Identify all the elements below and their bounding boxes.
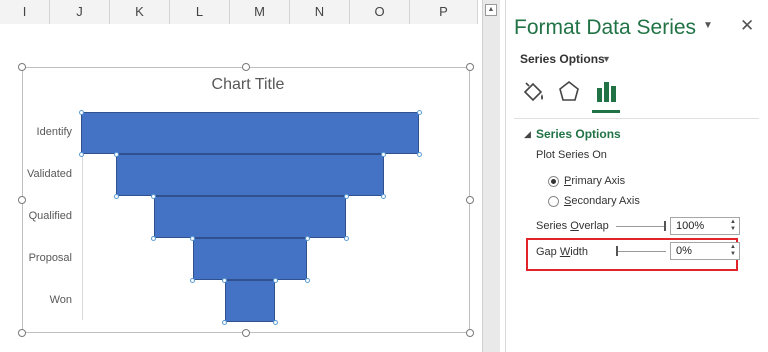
funnel-bar[interactable]: [192, 238, 308, 280]
category-label: Qualified: [28, 210, 72, 222]
column-header-n[interactable]: N: [290, 0, 350, 24]
resize-handle-top[interactable]: [242, 63, 250, 71]
pane-options-dropdown-icon[interactable]: ▼: [703, 20, 713, 31]
series-options-icon[interactable]: [594, 78, 620, 106]
spin-up-icon[interactable]: ▲: [730, 244, 736, 250]
selection-point[interactable]: [190, 277, 196, 283]
primary-axis-radio[interactable]: [548, 176, 559, 187]
selection-point[interactable]: [272, 319, 278, 325]
spin-down-icon[interactable]: ▼: [730, 251, 736, 257]
column-header-i[interactable]: I: [0, 0, 50, 24]
resize-handle-bottom[interactable]: [242, 329, 250, 337]
selection-point[interactable]: [416, 109, 422, 115]
collapse-caret-icon[interactable]: ◢: [524, 129, 531, 140]
column-header-o[interactable]: O: [350, 0, 410, 24]
selection-point[interactable]: [78, 109, 84, 115]
chart-title[interactable]: Chart Title: [198, 76, 298, 94]
column-header-p[interactable]: P: [410, 0, 478, 24]
plot-series-on-label: Plot Series On: [536, 149, 607, 161]
gap-width-slider-track[interactable]: [616, 251, 666, 252]
column-header-k[interactable]: K: [110, 0, 170, 24]
pane-title: Format Data Series: [514, 16, 697, 39]
secondary-axis-radio[interactable]: [548, 196, 559, 207]
resize-handle-top-left[interactable]: [18, 63, 26, 71]
selection-point[interactable]: [222, 319, 228, 325]
selection-point[interactable]: [381, 193, 386, 199]
category-label: Validated: [26, 168, 72, 180]
selection-point[interactable]: [113, 193, 119, 199]
spin-down-icon[interactable]: ▼: [730, 226, 736, 232]
category-label: Won: [49, 294, 72, 306]
selection-point[interactable]: [343, 235, 349, 241]
format-data-series-pane: Format Data Series ▼ ✕ Series Options ▼ …: [505, 0, 768, 352]
selection-point[interactable]: [381, 151, 386, 157]
resize-handle-bottom-left[interactable]: [18, 329, 26, 337]
category-label: Identify: [36, 126, 72, 138]
scroll-up-button[interactable]: ▲: [485, 4, 497, 16]
close-icon[interactable]: ✕: [740, 16, 754, 36]
selection-point[interactable]: [222, 277, 228, 283]
resize-handle-right[interactable]: [466, 196, 474, 204]
primary-axis-label[interactable]: Primary Axis: [564, 175, 625, 187]
spin-up-icon[interactable]: ▲: [730, 219, 736, 225]
divider: [514, 118, 759, 119]
gap-width-label: Gap Width: [536, 246, 588, 258]
selection-point[interactable]: [343, 193, 349, 199]
category-label: Proposal: [28, 252, 72, 264]
series-options-section-title[interactable]: Series Options: [536, 127, 621, 141]
selection-point[interactable]: [304, 277, 310, 283]
selection-point[interactable]: [190, 235, 196, 241]
funnel-bar[interactable]: [116, 154, 384, 196]
selection-point[interactable]: [151, 235, 157, 241]
selection-point[interactable]: [151, 193, 157, 199]
series-overlap-slider-thumb[interactable]: [664, 221, 666, 231]
series-overlap-slider-track[interactable]: [616, 226, 666, 227]
resize-handle-bottom-right[interactable]: [466, 329, 474, 337]
effects-icon[interactable]: [556, 78, 582, 106]
fill-line-icon[interactable]: [520, 78, 546, 106]
series-options-menu[interactable]: Series Options: [520, 52, 605, 66]
series-overlap-input[interactable]: 100% ▲ ▼: [670, 217, 740, 235]
selection-point[interactable]: [416, 151, 422, 157]
column-header-row: I J K L M N O P: [0, 0, 478, 25]
selection-point[interactable]: [272, 277, 278, 283]
gap-width-input[interactable]: 0% ▲ ▼: [670, 242, 740, 260]
selection-point[interactable]: [113, 151, 119, 157]
vertical-scrollbar[interactable]: ▲: [482, 0, 500, 352]
secondary-axis-label[interactable]: Secondary Axis: [564, 195, 640, 207]
funnel-bar[interactable]: [81, 112, 419, 154]
funnel-bar[interactable]: [224, 280, 276, 322]
column-header-l[interactable]: L: [170, 0, 230, 24]
resize-handle-left[interactable]: [18, 196, 26, 204]
resize-handle-top-right[interactable]: [466, 63, 474, 71]
active-tab-indicator: [592, 110, 620, 113]
selection-point[interactable]: [304, 235, 310, 241]
gap-width-slider-thumb[interactable]: [616, 246, 618, 256]
column-header-m[interactable]: M: [230, 0, 290, 24]
funnel-bar[interactable]: [153, 196, 347, 238]
series-overlap-label: Series Overlap: [536, 220, 609, 232]
selection-point[interactable]: [78, 151, 84, 157]
chevron-down-icon[interactable]: ▼: [602, 54, 611, 64]
column-header-j[interactable]: J: [50, 0, 110, 24]
